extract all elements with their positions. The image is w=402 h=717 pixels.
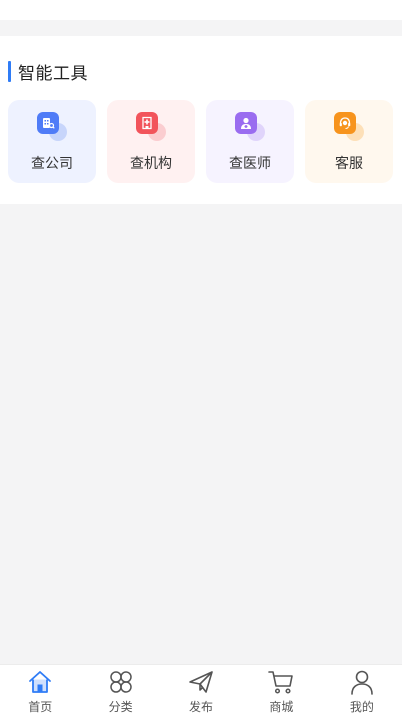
- cart-icon: [268, 671, 294, 694]
- icon-badge: [334, 112, 356, 134]
- icon-badge: [235, 112, 257, 134]
- hospital-icon: [136, 112, 166, 142]
- icon-badge: [136, 112, 158, 134]
- section-header: 智能工具: [8, 60, 88, 84]
- tab-label: 分类: [108, 700, 133, 714]
- tool-card-label: 查医师: [229, 156, 271, 172]
- tool-card-company[interactable]: 查公司: [8, 100, 96, 183]
- tab-mall[interactable]: 商城: [241, 665, 321, 717]
- tab-mine[interactable]: 我的: [322, 665, 402, 717]
- section-accent-bar: [8, 60, 11, 82]
- tab-label: 商城: [269, 700, 294, 714]
- tab-home[interactable]: 首页: [0, 665, 80, 717]
- tab-category[interactable]: 分类: [80, 665, 160, 717]
- tool-cards: 查公司 查机构 查医师 客服: [8, 100, 394, 183]
- doctor-icon: [235, 112, 265, 142]
- icon-badge: [37, 112, 59, 134]
- smart-tools-panel: 智能工具 查公司 查机构 查医师 客服: [0, 36, 402, 204]
- tool-card-institution[interactable]: 查机构: [107, 100, 195, 183]
- tab-label: 首页: [28, 700, 53, 714]
- building-icon: [37, 112, 67, 142]
- customer-service-icon: [334, 112, 364, 142]
- user-icon: [351, 670, 373, 695]
- top-header-strip: [0, 0, 402, 20]
- tool-card-label: 查公司: [31, 156, 73, 172]
- publish-icon: [189, 671, 213, 693]
- tool-card-label: 客服: [335, 156, 363, 172]
- category-icon: [109, 671, 132, 693]
- tool-card-doctor[interactable]: 查医师: [206, 100, 294, 183]
- bottom-tab-bar: 首页 分类 发布 商城 我的: [0, 664, 402, 717]
- tab-label: 发布: [189, 700, 214, 714]
- home-icon: [29, 671, 52, 693]
- tool-card-label: 查机构: [130, 156, 172, 172]
- tab-label: 我的: [349, 700, 374, 714]
- tool-card-customer-service[interactable]: 客服: [305, 100, 393, 183]
- tab-publish[interactable]: 发布: [161, 665, 241, 717]
- section-title: 智能工具: [18, 63, 88, 84]
